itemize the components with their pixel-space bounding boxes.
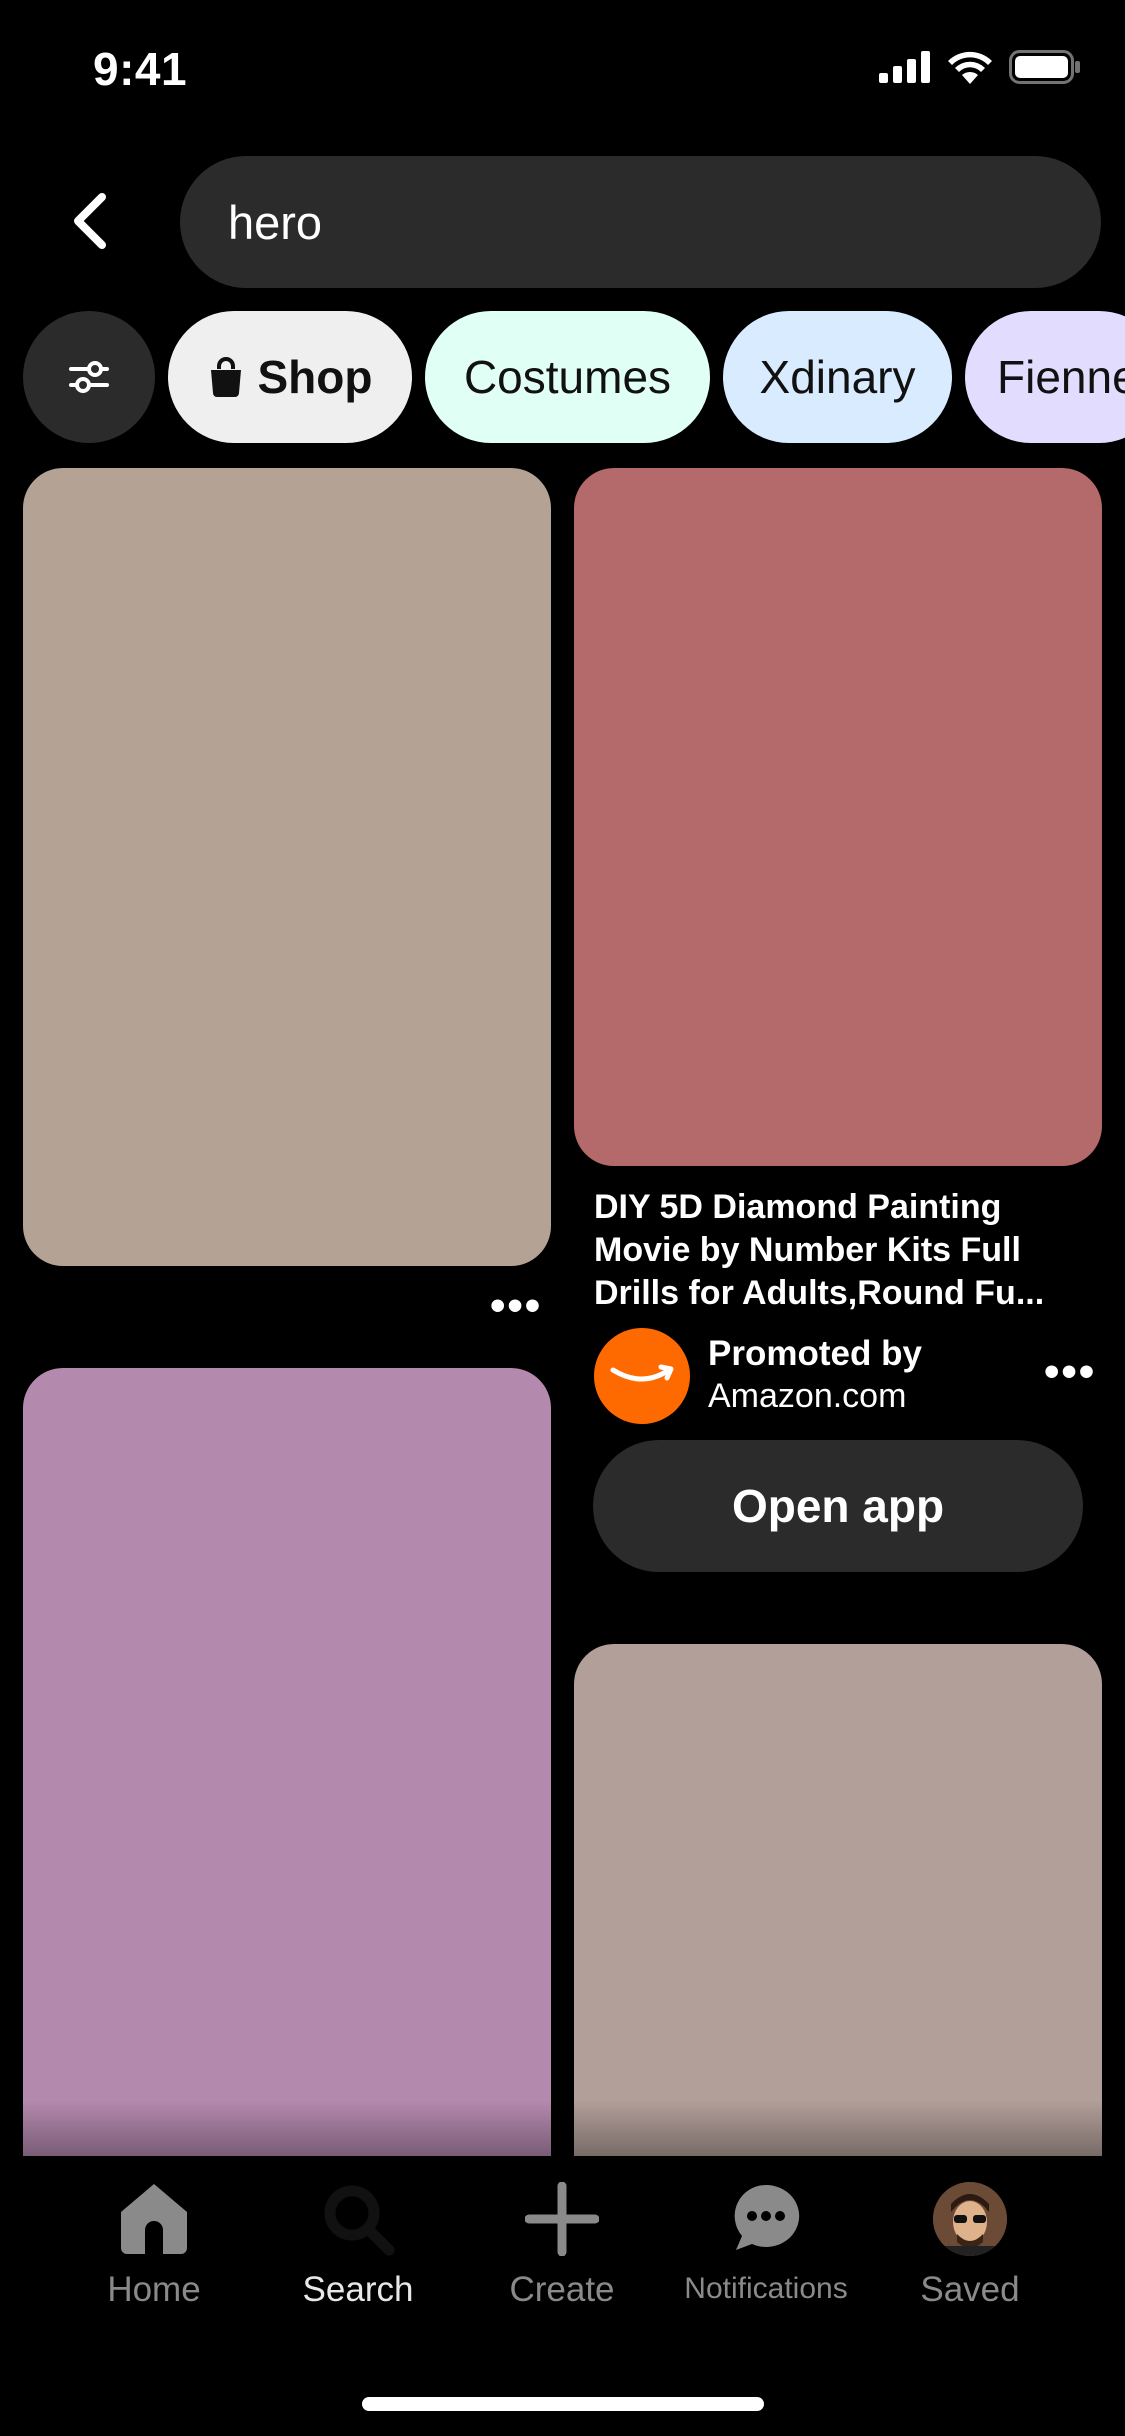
shopping-bag-icon bbox=[210, 357, 241, 397]
chip-shop[interactable]: Shop bbox=[168, 311, 412, 443]
tab-search[interactable]: Search bbox=[258, 2182, 458, 2310]
cellular-signal-icon bbox=[879, 51, 930, 83]
search-input[interactable]: hero bbox=[180, 156, 1101, 288]
sliders-icon bbox=[69, 361, 109, 393]
search-query: hero bbox=[228, 195, 323, 249]
chevron-left-icon bbox=[74, 193, 106, 249]
tab-create[interactable]: Create bbox=[462, 2182, 662, 2310]
open-app-button[interactable]: Open app bbox=[593, 1440, 1083, 1572]
tab-saved[interactable]: Saved bbox=[870, 2182, 1070, 2310]
bottom-fade bbox=[0, 2100, 1125, 2160]
wifi-icon bbox=[948, 51, 992, 84]
status-time: 9:41 bbox=[93, 43, 188, 95]
promoted-pin-title[interactable]: DIY 5D Diamond Painting Movie by Number … bbox=[594, 1186, 1094, 1315]
tab-label: Search bbox=[302, 2270, 414, 2309]
chat-bubble-icon bbox=[734, 2184, 800, 2250]
amazon-smile-icon bbox=[610, 1364, 674, 1382]
chip-label: Fienne bbox=[997, 351, 1125, 403]
filter-button[interactable] bbox=[23, 311, 155, 443]
battery-icon bbox=[1009, 50, 1080, 84]
chip-label: Shop bbox=[257, 351, 373, 403]
filter-chips: Shop Costumes Xdinary Fienne bbox=[23, 311, 1125, 443]
pin-image[interactable] bbox=[23, 468, 551, 1266]
profile-photo bbox=[933, 2182, 1007, 2256]
chip-xdinary[interactable]: Xdinary bbox=[723, 311, 952, 443]
tab-home[interactable]: Home bbox=[54, 2182, 254, 2310]
tab-label: Saved bbox=[920, 2270, 1020, 2309]
tab-bar: Home Search Create Notifications Saved bbox=[0, 2156, 1125, 2436]
chip-label: Costumes bbox=[463, 351, 672, 403]
tab-label: Notifications bbox=[684, 2272, 848, 2305]
status-icons bbox=[879, 50, 1081, 84]
chip-costumes[interactable]: Costumes bbox=[425, 311, 710, 443]
home-icon bbox=[121, 2184, 187, 2254]
advertiser-name[interactable]: Amazon.com bbox=[708, 1377, 906, 1416]
chip-label: Xdinary bbox=[759, 351, 916, 403]
home-indicator bbox=[362, 2397, 764, 2411]
tab-label: Home bbox=[107, 2270, 201, 2309]
avatar bbox=[933, 2182, 1007, 2256]
search-icon bbox=[324, 2185, 395, 2256]
amazon-logo[interactable] bbox=[594, 1328, 690, 1424]
promoted-pin-image[interactable] bbox=[574, 468, 1102, 1166]
tab-notifications[interactable]: Notifications bbox=[666, 2182, 866, 2306]
plus-icon bbox=[525, 2182, 599, 2256]
more-options-icon[interactable]: ••• bbox=[490, 1284, 542, 1328]
more-options-icon[interactable]: ••• bbox=[1044, 1350, 1096, 1394]
tab-label: Create bbox=[509, 2270, 615, 2309]
back-button[interactable] bbox=[60, 186, 120, 256]
promoted-by-label: Promoted by bbox=[708, 1334, 922, 1373]
chip-fienne[interactable]: Fienne bbox=[965, 311, 1125, 443]
